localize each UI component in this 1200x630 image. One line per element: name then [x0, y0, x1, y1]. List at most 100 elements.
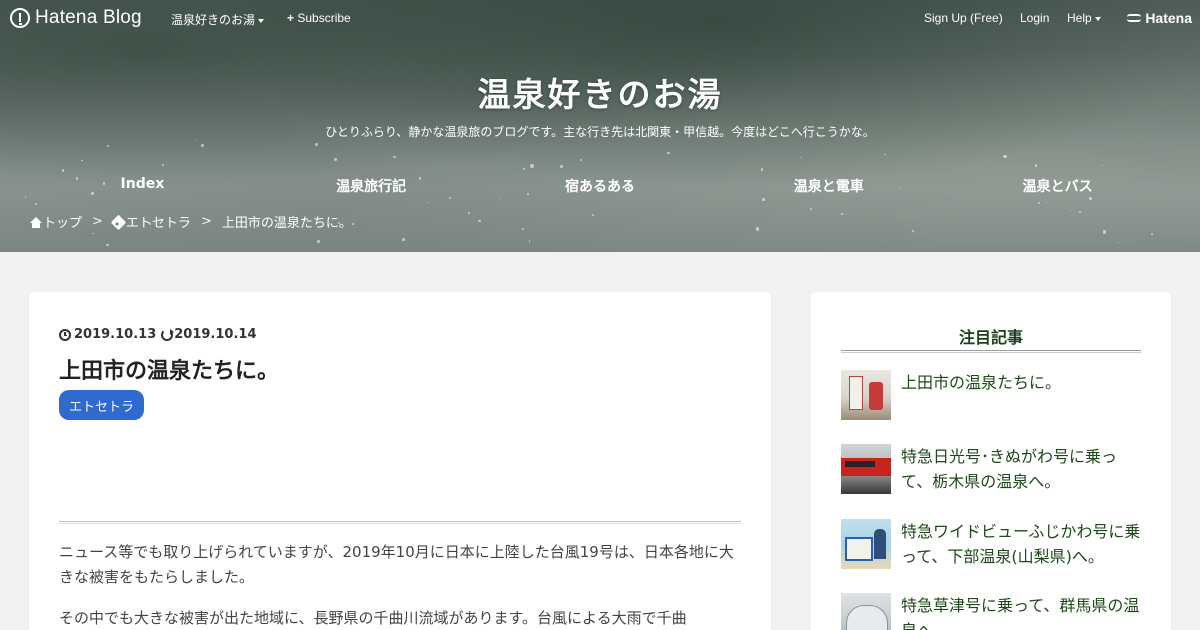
water-sparkle [1102, 165, 1104, 167]
subscribe-button[interactable]: + Subscribe [287, 11, 351, 25]
breadcrumb-category-label: エトセトラ [125, 216, 191, 231]
water-sparkle [81, 159, 83, 161]
sidebar-title: 注目記事 [958, 328, 1023, 347]
water-sparkle [1150, 233, 1153, 236]
blog-header: Hatena Blog 温泉好きのお湯 + Subscribe Sign Up … [0, 0, 1200, 252]
featured-link[interactable]: 上田市の温泉たちに。 [901, 370, 1061, 395]
water-sparkle [61, 169, 65, 172]
featured-thumbnail[interactable] [841, 370, 891, 420]
water-sparkle [530, 164, 534, 168]
water-sparkle [24, 196, 27, 198]
water-sparkle [799, 156, 802, 159]
water-sparkle [560, 164, 564, 168]
water-sparkle [314, 142, 318, 146]
water-sparkle [478, 219, 481, 223]
entry-paragraph: その中でも大きな被害が出た地域に、長野県の千曲川流域があります。台風による大雨で… [59, 609, 687, 627]
chevron-down-icon [1094, 16, 1101, 21]
water-sparkle [760, 168, 764, 171]
water-sparkle [667, 152, 670, 155]
nav-item-onsen-train[interactable]: 温泉と電車 [714, 176, 943, 196]
water-sparkle [468, 212, 470, 214]
water-sparkle [755, 227, 760, 231]
water-sparkle [498, 197, 501, 200]
hatena-logo-text: Hatena [1145, 10, 1192, 26]
nav-item-index[interactable]: Index [28, 176, 257, 196]
plus-icon: + [287, 11, 295, 25]
hatena-blog-logo[interactable]: Hatena Blog [10, 7, 142, 29]
blog-description: ひとりふらり、静かな温泉旅のブログです。主な行き先は北関東・甲信越。今度はどこへ… [325, 125, 875, 139]
entry-title[interactable]: 上田市の温泉たちに。 [59, 353, 279, 385]
sidebar-featured: 注目記事 上田市の温泉たちに。 特急日光号･きぬがわ号に乗って、栃木県の温泉へ。… [811, 292, 1171, 630]
breadcrumb-home-label: トップ [43, 216, 83, 231]
global-nav: Hatena Blog 温泉好きのお湯 + Subscribe Sign Up … [0, 0, 1200, 36]
hatena-blog-logo-text: Hatena Blog [35, 7, 142, 28]
water-sparkle [528, 240, 530, 242]
entry-dates: 2019.10.13 2019.10.14 [59, 327, 257, 342]
water-sparkle [393, 156, 396, 159]
breadcrumb-separator: > [92, 214, 103, 229]
water-sparkle [35, 203, 37, 205]
featured-link[interactable]: 特急ワイドビューふじかわ号に乗って、下部温泉(山梨県)へ。 [901, 519, 1141, 569]
featured-link[interactable]: 特急草津号に乗って、群馬県の温泉へ。 [901, 593, 1141, 630]
featured-item[interactable]: 上田市の温泉たちに。 [841, 370, 1141, 420]
entry-paragraph: ニュース等でも取り上げられていますが、2019年10月に日本に上陸した台風19号… [59, 543, 734, 586]
nav-item-onsen-bus[interactable]: 温泉とバス [943, 176, 1172, 196]
nav-item-travel-log[interactable]: 温泉旅行記 [257, 176, 486, 196]
water-sparkle [317, 240, 321, 244]
water-sparkle [1088, 197, 1092, 201]
refresh-icon [161, 328, 175, 341]
water-sparkle [1117, 241, 1119, 243]
water-sparkle [1102, 230, 1107, 234]
updated-date: 2019.10.14 [174, 327, 257, 342]
help-label: Help [1067, 11, 1092, 25]
water-sparkle [579, 158, 583, 161]
water-sparkle [161, 163, 165, 167]
water-sparkle [1003, 155, 1007, 159]
featured-item[interactable]: 特急草津号に乗って、群馬県の温泉へ。 [841, 593, 1141, 630]
water-sparkle [1034, 164, 1038, 167]
hatena-logo-icon [1127, 14, 1142, 22]
water-sparkle [401, 237, 405, 241]
featured-item[interactable]: 特急ワイドビューふじかわ号に乗って、下部温泉(山梨県)へ。 [841, 519, 1141, 569]
blog-menu-dropdown[interactable]: 温泉好きのお湯 [171, 11, 265, 28]
featured-thumbnail[interactable] [841, 444, 891, 494]
breadcrumb-current: 上田市の温泉たちに。 [221, 216, 352, 231]
breadcrumb-separator: > [200, 214, 212, 229]
blog-menu-label: 温泉好きのお湯 [171, 13, 256, 27]
published-date[interactable]: 2019.10.13 [74, 327, 156, 342]
home-icon [30, 217, 42, 228]
category-nav: Index 温泉旅行記 宿あるある 温泉と電車 温泉とバス [28, 176, 1172, 196]
featured-link[interactable]: 特急日光号･きぬがわ号に乗って、栃木県の温泉へ。 [901, 444, 1141, 494]
category-badge[interactable]: エトセトラ [59, 390, 145, 420]
nav-item-inn-stories[interactable]: 宿あるある [486, 176, 715, 196]
chevron-down-icon [258, 18, 265, 23]
water-sparkle [107, 145, 110, 148]
breadcrumb-home[interactable]: トップ [30, 212, 82, 231]
breadcrumb-category[interactable]: エトセトラ [110, 212, 191, 231]
login-link[interactable]: Login [1020, 11, 1049, 25]
tag-icon [110, 214, 127, 231]
featured-thumbnail[interactable] [841, 519, 891, 569]
water-sparkle [1045, 201, 1048, 204]
water-sparkle [91, 232, 94, 235]
clock-icon [59, 328, 71, 341]
water-sparkle [428, 201, 430, 203]
water-sparkle [522, 167, 525, 170]
breadcrumb: トップ > エトセトラ > 上田市の温泉たちに。 [30, 212, 352, 231]
water-sparkle [1069, 209, 1072, 211]
help-dropdown[interactable]: Help [1067, 11, 1101, 25]
signup-link[interactable]: Sign Up (Free) [924, 11, 1003, 25]
water-sparkle [912, 230, 914, 232]
water-sparkle [810, 207, 813, 210]
blog-title[interactable]: 温泉好きのお湯 [0, 68, 1200, 116]
subscribe-label: Subscribe [297, 11, 351, 25]
featured-item[interactable]: 特急日光号･きぬがわ号に乗って、栃木県の温泉へ。 [841, 444, 1141, 494]
water-sparkle [195, 140, 198, 142]
water-sparkle [200, 143, 204, 147]
featured-thumbnail[interactable] [841, 593, 891, 630]
water-sparkle [1038, 201, 1041, 204]
hatena-logo[interactable]: Hatena [1127, 10, 1192, 26]
water-sparkle [106, 244, 109, 247]
water-sparkle [448, 196, 451, 199]
entry-divider [59, 521, 741, 524]
